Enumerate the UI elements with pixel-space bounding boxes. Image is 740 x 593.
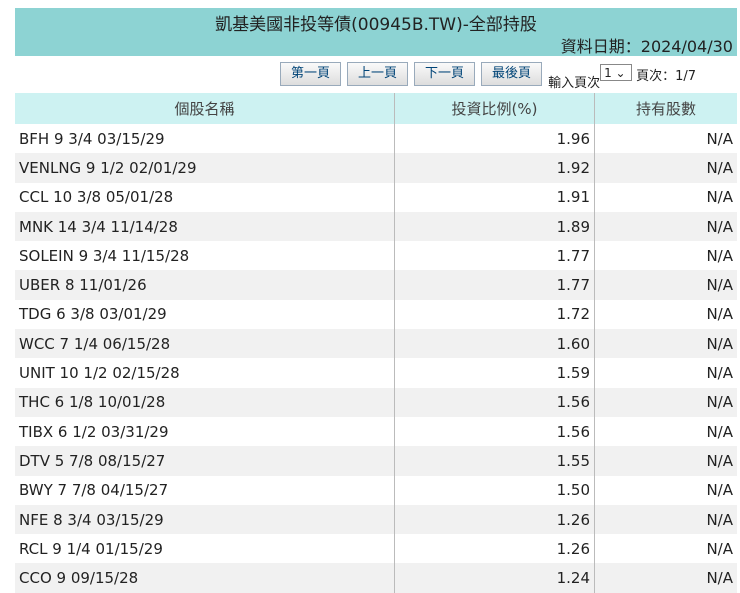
- investment-ratio: 1.50: [394, 475, 595, 505]
- investment-ratio: 1.96: [394, 124, 595, 154]
- table-row: SOLEIN 9 3/4 11/15/28 1.77 N/A: [15, 241, 737, 271]
- table-row: THC 6 1/8 10/01/28 1.56 N/A: [15, 387, 737, 417]
- investment-ratio: 1.26: [394, 534, 595, 564]
- title-bar: 凱基美國非投等債(00945B.TW)-全部持股 資料日期：2024/04/30: [15, 8, 737, 56]
- next-page-button[interactable]: 下一頁: [414, 62, 476, 86]
- holding-name: TDG 6 3/8 03/01/29: [19, 305, 167, 324]
- holding-name: TIBX 6 1/2 03/31/29: [19, 422, 169, 441]
- column-header-ratio: 投資比例(%): [394, 93, 595, 124]
- holding-name: MNK 14 3/4 11/14/28: [15, 211, 395, 242]
- table-row: TIBX 6 1/2 03/31/29 1.56 N/A: [15, 416, 737, 447]
- table-row: DTV 5 7/8 08/15/27 1.55 N/A: [15, 446, 737, 476]
- table-row: MNK 14 3/4 11/14/28 1.89 N/A: [15, 211, 737, 242]
- investment-ratio: 1.56: [394, 416, 595, 447]
- investment-ratio: 1.26: [394, 504, 595, 535]
- column-header-name: 個股名稱: [15, 93, 395, 124]
- shares-held: N/A: [594, 534, 737, 564]
- holding-name: CCL 10 3/8 05/01/28: [19, 188, 174, 207]
- page-input-label: 輸入頁次: [548, 76, 601, 91]
- table-row: RCL 9 1/4 01/15/29 1.26 N/A: [15, 534, 737, 564]
- shares-held: N/A: [594, 387, 737, 417]
- holding-name: NFE 8 3/4 03/15/29: [15, 504, 395, 535]
- holding-name: BFH 9 3/4 03/15/29: [19, 129, 165, 148]
- page-info: 頁次：1/7: [636, 69, 697, 84]
- page-select-value: 1: [604, 66, 612, 80]
- holding-name: RCL 9 1/4 01/15/29: [19, 539, 163, 558]
- shares-held: N/A: [594, 416, 737, 447]
- shares-held: N/A: [594, 446, 737, 476]
- page-title: 凱基美國非投等債(00945B.TW)-全部持股: [215, 15, 537, 35]
- shares-held: N/A: [594, 504, 737, 535]
- table-row: CCO 9 09/15/28 1.24 N/A: [15, 563, 737, 593]
- pager: 第一頁 上一頁 下一頁 最後頁 輸入頁次 1 ⌄ 頁次：1/7: [280, 62, 696, 91]
- table-row: CCL 10 3/8 05/01/28 1.91 N/A: [15, 182, 737, 212]
- holding-name: UBER 8 11/01/26: [15, 270, 395, 300]
- table-row: TDG 6 3/8 03/01/29 1.72 N/A: [15, 299, 737, 330]
- holding-name: THC 6 1/8 10/01/28: [15, 387, 395, 417]
- table-row: UNIT 10 1/2 02/15/28 1.59 N/A: [15, 358, 737, 388]
- page-select[interactable]: 1 ⌄: [600, 64, 633, 81]
- table-row: WCC 7 1/4 06/15/28 1.60 N/A: [15, 329, 737, 359]
- investment-ratio: 1.24: [394, 563, 595, 593]
- shares-held: N/A: [594, 329, 737, 359]
- investment-ratio: 1.89: [394, 211, 595, 242]
- investment-ratio: 1.72: [394, 299, 595, 330]
- holding-name: CCO 9 09/15/28: [15, 563, 395, 593]
- holding-name: DTV 5 7/8 08/15/27: [15, 446, 395, 476]
- shares-held: N/A: [594, 241, 737, 271]
- shares-held: N/A: [594, 475, 737, 505]
- investment-ratio: 1.91: [394, 182, 595, 212]
- table-row: NFE 8 3/4 03/15/29 1.26 N/A: [15, 504, 737, 535]
- last-page-button[interactable]: 最後頁: [481, 62, 543, 86]
- holdings-table: 個股名稱 投資比例(%) 持有股數 BFH 9 3/4 03/15/29 1.96…: [15, 93, 737, 593]
- shares-held: N/A: [594, 270, 737, 300]
- prev-page-button[interactable]: 上一頁: [347, 62, 409, 86]
- data-date: 資料日期：2024/04/30: [560, 37, 733, 56]
- shares-held: N/A: [594, 358, 737, 388]
- column-header-shares: 持有股數: [594, 93, 737, 124]
- shares-held: N/A: [594, 563, 737, 593]
- shares-held: N/A: [594, 299, 737, 330]
- holding-name: WCC 7 1/4 06/15/28: [15, 329, 395, 359]
- investment-ratio: 1.59: [394, 358, 595, 388]
- table-row: BFH 9 3/4 03/15/29 1.96 N/A: [15, 124, 737, 154]
- shares-held: N/A: [594, 182, 737, 212]
- table-row: VENLNG 9 1/2 02/01/29 1.92 N/A: [15, 153, 737, 183]
- holding-name: BWY 7 7/8 04/15/27: [19, 481, 169, 500]
- investment-ratio: 1.77: [394, 241, 595, 271]
- shares-held: N/A: [594, 211, 737, 242]
- investment-ratio: 1.56: [394, 387, 595, 417]
- chevron-down-icon: ⌄: [615, 66, 626, 80]
- shares-held: N/A: [594, 153, 737, 183]
- first-page-button[interactable]: 第一頁: [280, 62, 342, 86]
- holding-name: UNIT 10 1/2 02/15/28: [19, 364, 180, 383]
- investment-ratio: 1.60: [394, 329, 595, 359]
- holding-name: VENLNG 9 1/2 02/01/29: [15, 153, 395, 183]
- holding-name: SOLEIN 9 3/4 11/15/28: [19, 246, 190, 265]
- investment-ratio: 1.92: [394, 153, 595, 183]
- investment-ratio: 1.55: [394, 446, 595, 476]
- investment-ratio: 1.77: [394, 270, 595, 300]
- shares-held: N/A: [594, 124, 737, 154]
- table-row: UBER 8 11/01/26 1.77 N/A: [15, 270, 737, 300]
- table-row: BWY 7 7/8 04/15/27 1.50 N/A: [15, 475, 737, 505]
